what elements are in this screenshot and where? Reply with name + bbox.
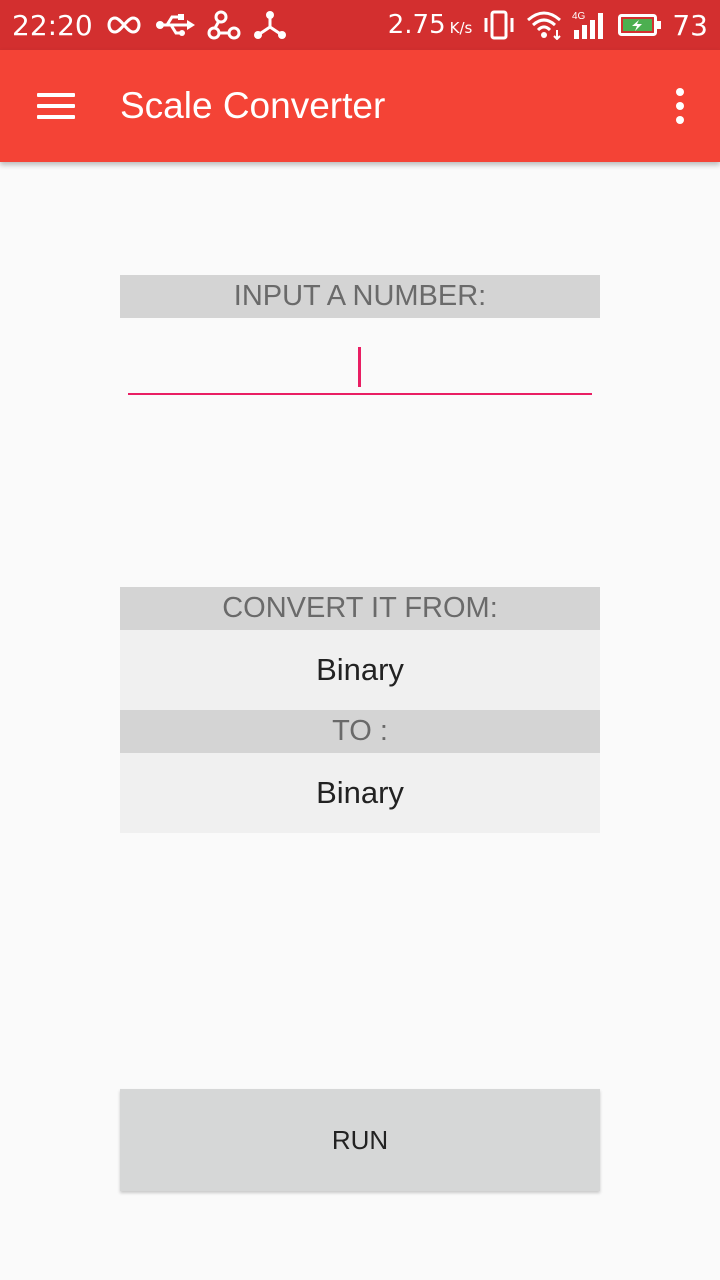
usb-icon [155,12,195,38]
vibrate-icon [482,10,516,40]
wifi-icon [526,10,562,40]
from-scale-spinner[interactable]: Binary [120,630,600,710]
battery-charging-icon [618,12,662,38]
convert-to-label: TO : [120,710,600,753]
tri-node-icon [253,10,287,40]
speed-unit: K/s [449,19,473,37]
network-speed: 2.75 K/s [388,10,473,40]
infinity-icon [105,14,143,36]
text-cursor [358,347,361,387]
menu-button[interactable] [0,50,112,162]
app-bar: Scale Converter [0,50,720,162]
app-title: Scale Converter [120,85,386,126]
convert-from-label: CONVERT IT FROM: [120,587,600,630]
svg-text:4G: 4G [572,11,586,22]
status-bar: 22:20 2.75 K/s 4G 73 [0,0,720,50]
to-scale-spinner[interactable]: Binary [120,753,600,833]
more-vert-icon[interactable] [640,50,720,162]
hamburger-menu-icon [37,93,75,119]
battery-level: 73 [672,8,708,42]
run-button[interactable]: RUN [120,1089,600,1191]
status-time: 22:20 [12,8,93,42]
share-node-icon [207,10,241,40]
input-number-label: INPUT A NUMBER: [120,275,600,318]
signal-4g-icon: 4G [572,10,608,40]
speed-value: 2.75 [387,10,446,40]
number-input-field[interactable] [128,335,592,395]
